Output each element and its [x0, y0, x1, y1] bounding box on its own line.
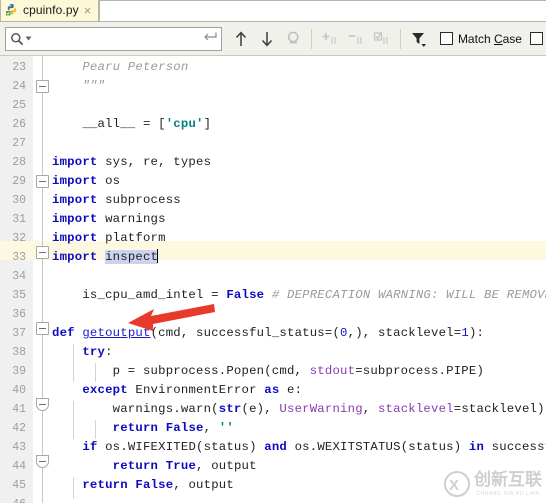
match-case-label-prefix: Match — [457, 31, 494, 46]
fold-guide-line — [42, 56, 43, 503]
line-number: 40 — [12, 384, 26, 397]
code-line-32[interactable]: import platform — [52, 229, 166, 248]
fold-marker-43[interactable] — [36, 455, 49, 468]
function-name-getoutput[interactable]: getoutput — [82, 326, 150, 340]
code-line-23[interactable]: Pearu Peterson — [52, 58, 188, 77]
line-number: 31 — [12, 213, 26, 226]
search-box[interactable] — [5, 26, 223, 51]
tab-bar: cpuinfo.py × — [0, 0, 546, 22]
code-line-38[interactable]: try: — [52, 343, 113, 362]
code-line-40[interactable]: except EnvironmentError as e: — [52, 381, 302, 400]
fold-marker-24[interactable] — [36, 80, 49, 93]
line-number: 25 — [12, 99, 26, 112]
line-number: 38 — [12, 346, 26, 359]
code-line-43[interactable]: if os.WIFEXITED(status) and os.WEXITSTAT… — [52, 438, 546, 457]
selected-text[interactable]: inspect — [105, 250, 159, 264]
code-line-31[interactable]: import warnings — [52, 210, 166, 229]
fold-marker-37[interactable] — [36, 322, 49, 335]
check-bookmark-icon — [369, 26, 395, 52]
code-line-37[interactable]: def getoutput(cmd, successful_status=(0,… — [52, 324, 484, 343]
line-number: 44 — [12, 460, 26, 473]
code-line-41[interactable]: warnings.warn(str(e), UserWarning, stack… — [52, 400, 545, 419]
line-number: 37 — [12, 327, 26, 340]
toolbar-separator-1 — [311, 28, 312, 49]
watermark-cjk: 创新互联 — [474, 469, 542, 490]
line-number: 45 — [12, 479, 26, 492]
line-number: 34 — [12, 270, 26, 283]
tab-title: cpuinfo.py — [23, 3, 79, 17]
line-number: 27 — [12, 137, 26, 150]
line-number: 30 — [12, 194, 26, 207]
code-line-24[interactable]: """ — [52, 77, 105, 96]
line-number: 32 — [12, 232, 26, 245]
fold-marker-40[interactable] — [36, 398, 49, 411]
code-line-42[interactable]: return False, '' — [52, 419, 234, 438]
watermark-text: 创新互联 CHUANG XIN HU LIAN — [474, 469, 542, 497]
line-number: 42 — [12, 422, 26, 435]
line-number: 29 — [12, 175, 26, 188]
code-line-30[interactable]: import subprocess — [52, 191, 181, 210]
code-line-28[interactable]: import sys, re, types — [52, 153, 211, 172]
line-number: 35 — [12, 289, 26, 302]
code-line-29[interactable]: import os — [52, 172, 120, 191]
watermark: X 创新互联 CHUANG XIN HU LIAN — [444, 471, 542, 497]
fold-marker-28[interactable] — [36, 175, 49, 188]
tab-cpuinfo-py[interactable]: cpuinfo.py × — [0, 0, 100, 21]
line-number: 26 — [12, 118, 26, 131]
close-icon[interactable]: × — [83, 4, 93, 17]
enter-return-icon[interactable] — [203, 30, 217, 48]
text-caret — [157, 249, 159, 263]
code-line-33[interactable]: import inspect — [52, 248, 159, 267]
second-checkbox-box[interactable] — [529, 32, 543, 45]
line-number: 41 — [12, 403, 26, 416]
line-number: 43 — [12, 441, 26, 454]
search-input[interactable] — [32, 28, 204, 49]
find-toolbar: Match Case — [0, 22, 546, 56]
watermark-logo-icon: X — [444, 471, 470, 497]
line-number: 28 — [12, 156, 26, 169]
code-line-44[interactable]: return True, output — [52, 457, 257, 476]
code-editor[interactable]: 23 24 25 26 27 28 29 30 31 32 33 34 35 3… — [0, 56, 546, 503]
code-line-39[interactable]: p = subprocess.Popen(cmd, stdout=subproc… — [52, 362, 484, 381]
line-number: 36 — [12, 308, 26, 321]
match-case-label-suffix: ase — [502, 31, 522, 46]
watermark-pinyin: CHUANG XIN HU LIAN — [476, 490, 540, 497]
toolbar-separator-2 — [399, 28, 401, 49]
code-line-45[interactable]: return False, output — [52, 476, 234, 495]
editor-window: cpuinfo.py × Match Case 23 24 25 26 27 2… — [0, 0, 546, 503]
second-checkbox[interactable] — [529, 32, 543, 45]
line-number: 33 — [12, 251, 26, 264]
match-case-checkbox[interactable]: Match Case — [439, 32, 522, 46]
add-bookmark-icon — [317, 26, 343, 52]
svg-text:X: X — [449, 477, 459, 494]
magnifier-select-icon — [280, 26, 306, 52]
match-case-checkbox-box[interactable] — [439, 32, 453, 45]
search-icon[interactable] — [10, 32, 24, 46]
find-next-button[interactable] — [254, 26, 280, 52]
python-file-icon — [6, 4, 17, 16]
fold-marker-33[interactable] — [36, 246, 49, 259]
match-case-accesskey: C — [493, 31, 503, 46]
line-number: 23 — [12, 61, 26, 74]
tab-bar-empty-area — [99, 0, 546, 21]
find-previous-button[interactable] — [228, 26, 254, 52]
line-number: 39 — [12, 365, 26, 378]
line-number: 46 — [0, 495, 26, 503]
filter-icon[interactable] — [406, 26, 432, 52]
chevron-down-icon[interactable] — [25, 35, 32, 42]
code-line-26[interactable]: __all__ = ['cpu'] — [52, 115, 211, 134]
line-number: 24 — [12, 80, 26, 93]
remove-bookmark-icon — [343, 26, 369, 52]
match-case-label: Match Case — [458, 32, 522, 46]
code-line-35[interactable]: is_cpu_amd_intel = False # DEPRECATION W… — [52, 286, 546, 305]
